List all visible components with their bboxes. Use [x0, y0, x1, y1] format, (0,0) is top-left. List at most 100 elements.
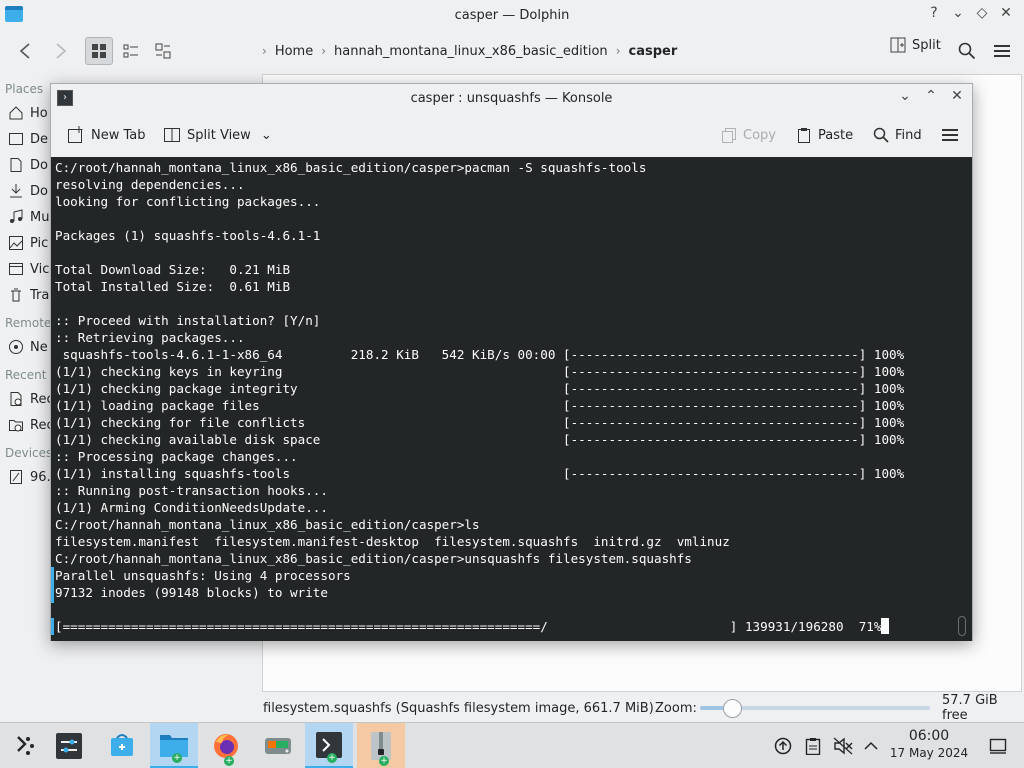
network-icon: [8, 339, 24, 355]
show-desktop-button[interactable]: [987, 735, 1009, 757]
taskbar: + + + + 06:00 17 May 2024: [0, 722, 1024, 768]
back-button[interactable]: [12, 37, 38, 65]
sidebar-item-label: Do: [30, 157, 48, 173]
sidebar-item-desktop[interactable]: De: [0, 126, 50, 152]
taskbar-discover[interactable]: [98, 723, 146, 768]
dolphin-app-icon: [5, 6, 23, 22]
clipboard-icon: [805, 738, 821, 755]
dolphin-titlebar[interactable]: casper — Dolphin ? ⌄ ◇ ✕: [0, 0, 1024, 30]
forward-button[interactable]: [48, 37, 74, 65]
home-icon: [8, 105, 24, 121]
breadcrumb-home[interactable]: Home: [275, 44, 313, 59]
application-launcher-button[interactable]: [0, 723, 48, 768]
new-tab-button[interactable]: New Tab: [67, 120, 146, 150]
find-button[interactable]: Find: [873, 120, 922, 150]
terminal-scrollbar[interactable]: [958, 616, 966, 636]
sidebar-item-trash[interactable]: Tra: [0, 282, 50, 308]
sidebar-item-label: 96.: [30, 469, 50, 485]
minimize-icon[interactable]: ⌄: [950, 5, 966, 21]
sidebar-item-drive[interactable]: 96.: [0, 464, 50, 490]
details-view-button[interactable]: [149, 37, 177, 65]
taskbar-archive-manager[interactable]: +: [357, 723, 405, 768]
taskbar-firefox[interactable]: +: [202, 723, 250, 768]
terminal-cursor: [881, 618, 890, 634]
tray-updates[interactable]: [772, 735, 794, 757]
taskbar-system-settings[interactable]: [45, 723, 93, 768]
sidebar-item-videos[interactable]: Vic: [0, 256, 50, 282]
icons-view-button[interactable]: [85, 37, 113, 65]
taskbar-konsole[interactable]: +: [305, 723, 353, 768]
paste-icon: [798, 128, 810, 143]
sidebar-item-documents[interactable]: Do: [0, 152, 50, 178]
hamburger-menu-icon: [994, 45, 1010, 57]
sidebar-item-label: Mu: [30, 209, 50, 225]
hamburger-menu-icon: [942, 129, 958, 141]
compact-view-button[interactable]: [117, 37, 145, 65]
search-button[interactable]: [955, 37, 979, 65]
sidebar-item-label: Rec: [30, 391, 50, 407]
sidebar-item-label: Ne: [30, 339, 48, 355]
trash-icon: [8, 287, 24, 303]
videos-icon: [8, 261, 24, 277]
free-space-label: 57.7 GiB free: [942, 693, 998, 723]
terminal-line: (1/1) loading package files [-----------…: [55, 398, 905, 413]
help-icon[interactable]: ?: [926, 5, 942, 21]
konsole-window: › casper : unsquashfs — Konsole ⌄ ⌃ ✕ Ne…: [50, 83, 973, 641]
digital-clock[interactable]: 06:00 17 May 2024: [888, 727, 970, 761]
breadcrumb-folder[interactable]: hannah_montana_linux_x86_basic_edition: [334, 44, 608, 59]
terminal-line: Total Installed Size: 0.61 MiB: [55, 279, 291, 294]
breadcrumb-current[interactable]: casper: [629, 44, 678, 59]
chevron-down-icon: ⌄: [260, 127, 272, 143]
sidebar-item-network[interactable]: Ne: [0, 334, 50, 360]
maximize-icon[interactable]: ⌃: [922, 88, 940, 104]
terminal-line: filesystem.manifest filesystem.manifest-…: [55, 534, 730, 549]
show-desktop-icon: [989, 738, 1007, 754]
sidebar-item-music[interactable]: Mu: [0, 204, 50, 230]
terminal-output[interactable]: C:/root/hannah_montana_linux_x86_basic_e…: [51, 157, 972, 641]
split-button-label: Split: [912, 37, 941, 53]
konsole-titlebar[interactable]: › casper : unsquashfs — Konsole ⌄ ⌃ ✕: [51, 84, 972, 112]
copy-button[interactable]: Copy: [721, 120, 776, 150]
sidebar-item-label: Pic: [30, 235, 49, 251]
taskbar-dolphin[interactable]: +: [150, 723, 198, 768]
minimize-icon[interactable]: ⌄: [896, 88, 914, 104]
status-selection-text: filesystem.squashfs (Squashfs filesystem…: [263, 700, 654, 716]
hamburger-menu-button[interactable]: [941, 120, 959, 150]
sidebar-item-downloads[interactable]: Do: [0, 178, 50, 204]
tray-expand-button[interactable]: [860, 735, 882, 757]
search-icon: [958, 42, 976, 60]
close-icon[interactable]: ✕: [998, 5, 1014, 21]
terminal-line: (1/1) checking for file conflicts [-----…: [55, 415, 905, 430]
clock-time: 06:00: [908, 728, 950, 744]
hamburger-menu-button[interactable]: [990, 37, 1014, 65]
tray-clipboard[interactable]: [802, 735, 824, 757]
recent-locations-icon: [8, 417, 24, 433]
updates-icon: [774, 737, 792, 755]
downloads-icon: [8, 183, 24, 199]
search-icon: [873, 127, 889, 143]
chevron-right-icon: [56, 43, 67, 59]
sidebar-item-home[interactable]: Ho: [0, 100, 50, 126]
sidebar-item-pictures[interactable]: Pic: [0, 230, 50, 256]
paste-button[interactable]: Paste: [796, 120, 853, 150]
split-view-label: Split View: [187, 127, 251, 143]
maximize-icon[interactable]: ◇: [974, 5, 990, 21]
zoom-slider-handle[interactable]: [723, 699, 742, 718]
find-label: Find: [895, 127, 922, 143]
sidebar-item-recent-files[interactable]: Rec: [0, 386, 50, 412]
split-view-icon: [164, 128, 180, 142]
taskbar-disk-utility[interactable]: [254, 723, 302, 768]
breadcrumb-separator-icon: ›: [615, 44, 621, 58]
status-bar: filesystem.squashfs (Squashfs filesystem…: [0, 693, 1024, 723]
sidebar-item-recent-locations[interactable]: Rec: [0, 412, 50, 438]
close-icon[interactable]: ✕: [948, 88, 966, 104]
copy-icon: [722, 128, 736, 143]
konsole-window-controls: ⌄ ⌃ ✕: [896, 88, 966, 104]
split-button[interactable]: Split: [890, 37, 941, 53]
tray-volume[interactable]: [832, 735, 854, 757]
recent-header: Recent: [5, 368, 47, 382]
terminal-line: resolving dependencies...: [55, 177, 245, 192]
split-view-button[interactable]: Split View ⌄: [163, 120, 272, 150]
